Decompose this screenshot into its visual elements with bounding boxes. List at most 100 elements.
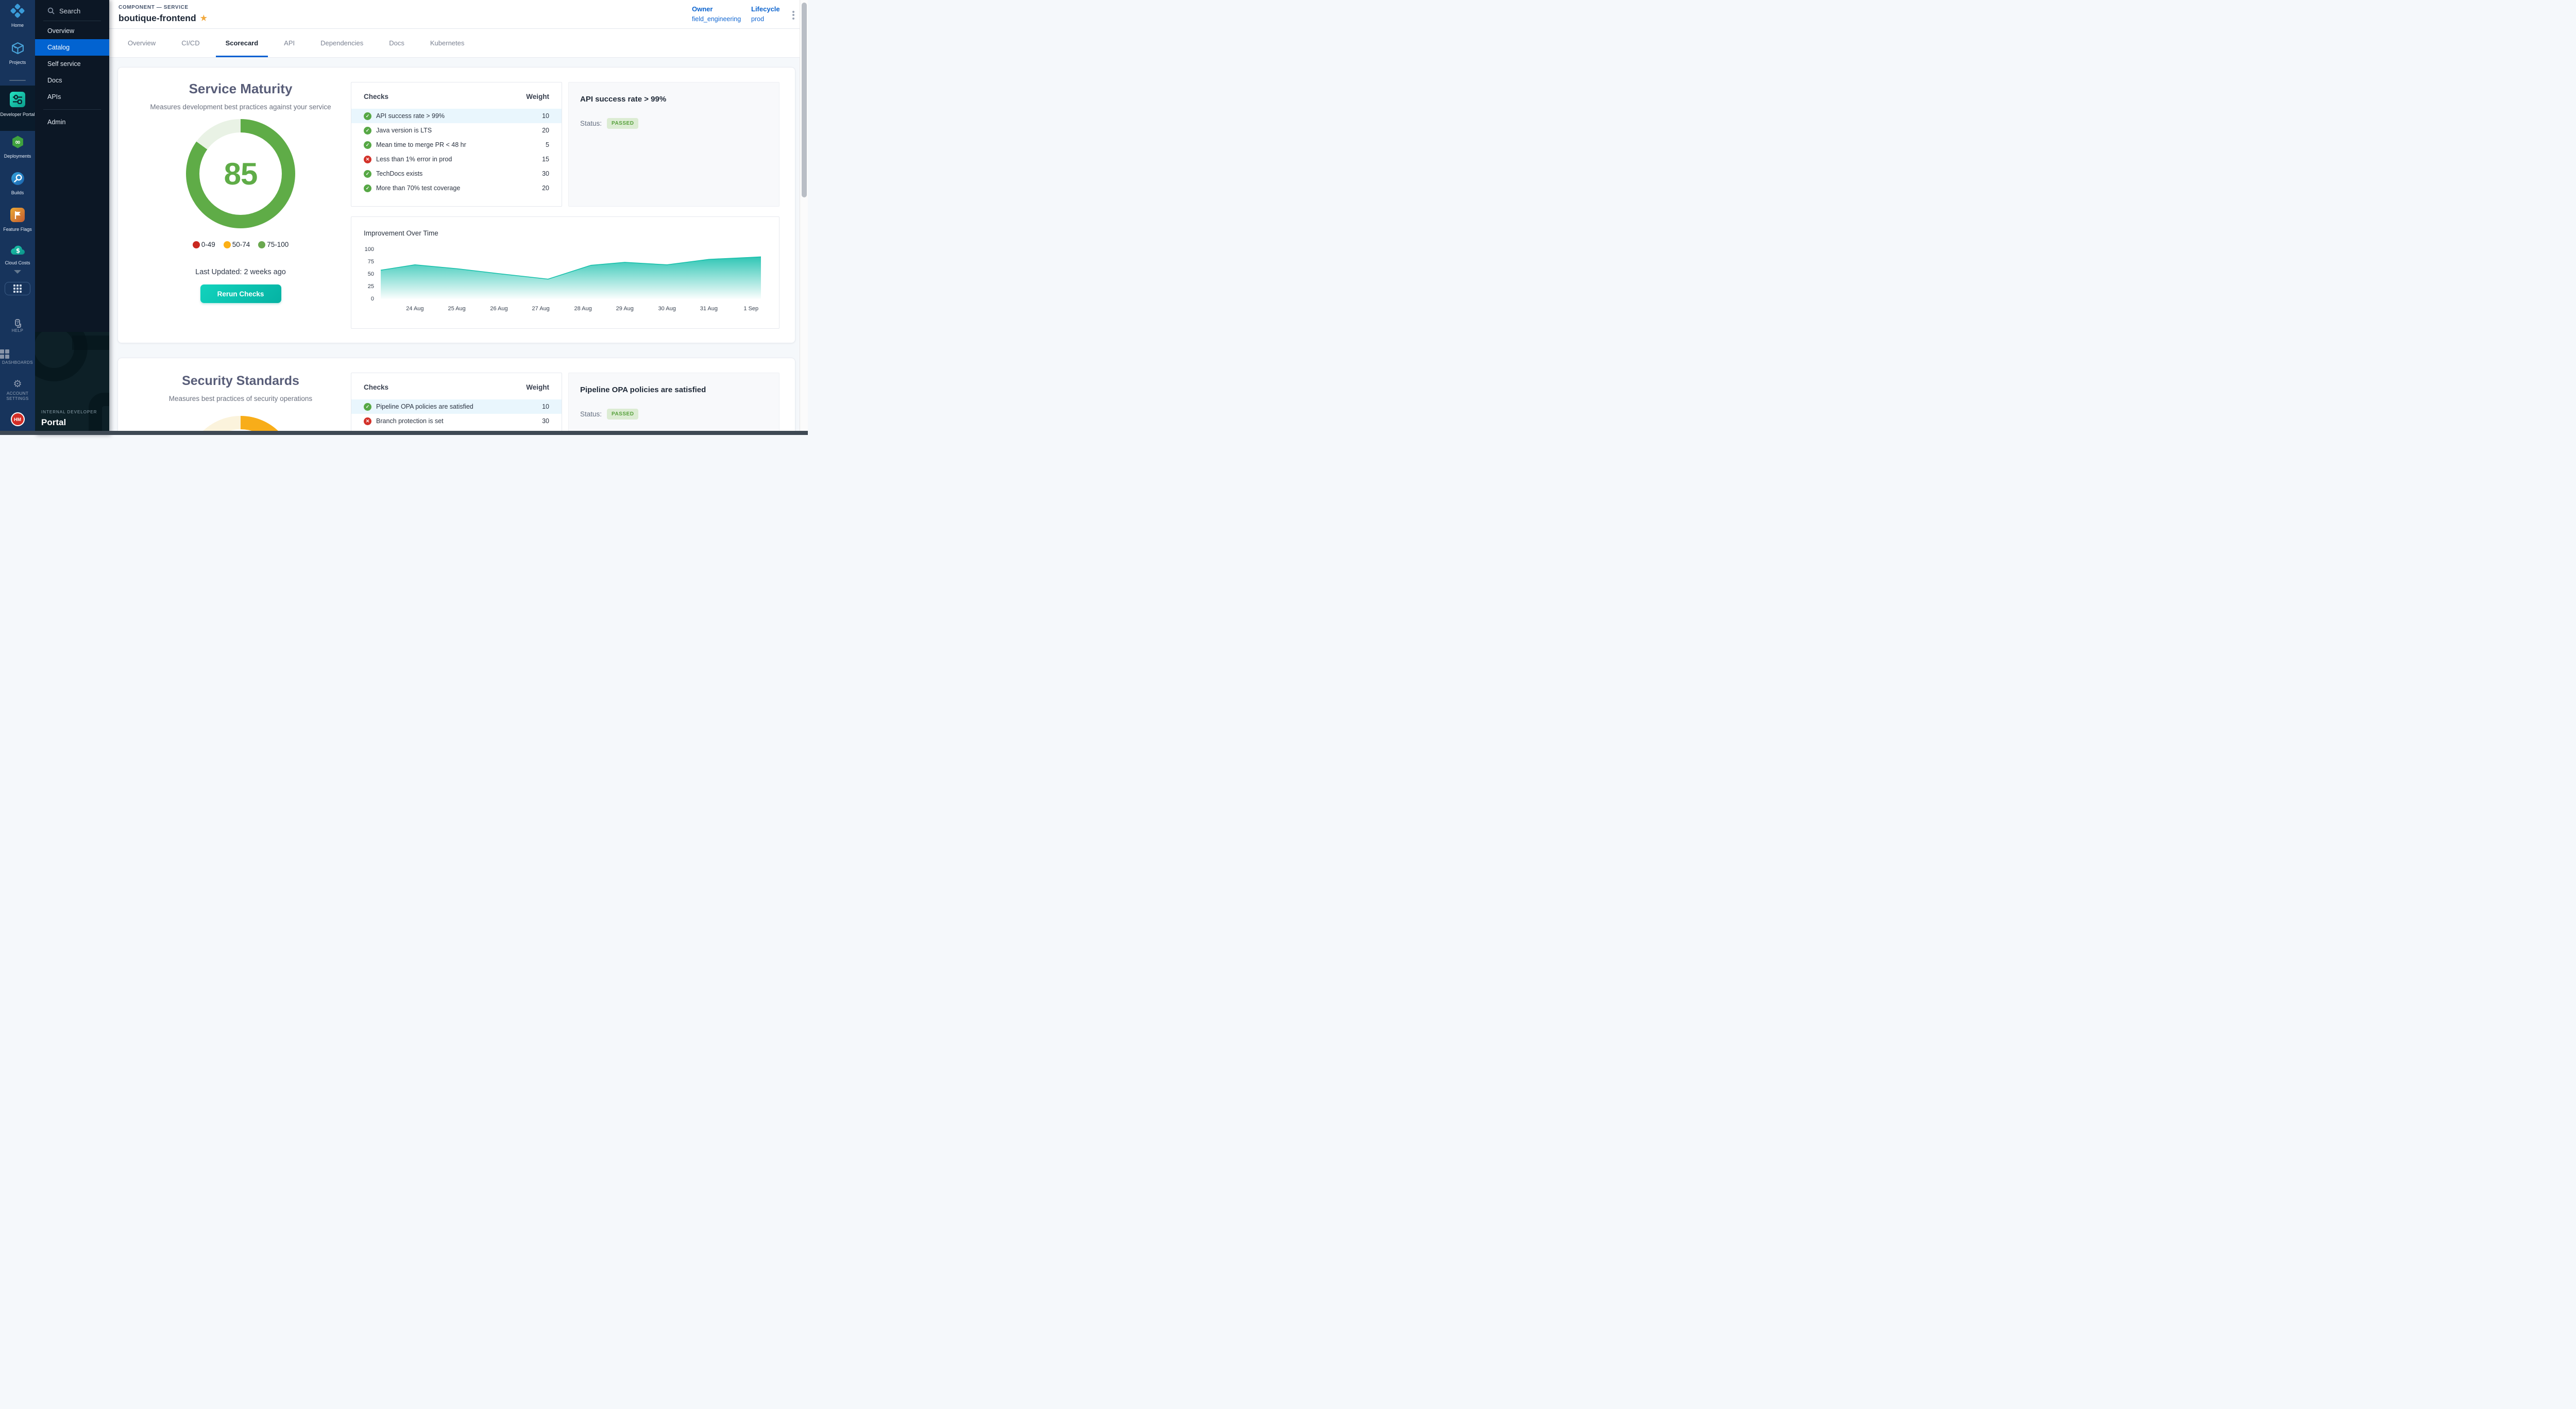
entity-header: COMPONENT — SERVICE boutique-frontend★ O… (109, 0, 800, 29)
checks-column-header: Checks (364, 383, 388, 391)
check-row[interactable]: ✓API success rate > 99%10 (351, 109, 562, 123)
status-badge: PASSED (607, 409, 638, 420)
check-detail-panel: API success rate > 99% Status: PASSED (568, 82, 779, 207)
check-weight: 30 (542, 170, 549, 177)
module-rail: Home Projects Developer Portal ∞ Deploym… (0, 0, 35, 435)
rail-label: Cloud Costs (0, 260, 35, 266)
check-weight: 10 (542, 403, 549, 410)
page-title: boutique-frontend★ (118, 13, 207, 24)
sidebar-item-catalog[interactable]: Catalog (35, 39, 109, 56)
harness-logo-icon (10, 4, 25, 18)
build-compass-icon (11, 172, 25, 186)
checks-table: Checks Weight ✓API success rate > 99%10✓… (351, 82, 562, 207)
rail-item-dashboards[interactable]: DASHBOARDS (0, 349, 35, 365)
score-legend: 0-4950-7475-100 (124, 241, 357, 248)
check-row[interactable]: ✓More than 70% test coverage20 (351, 181, 562, 195)
check-label: More than 70% test coverage (376, 184, 542, 192)
check-weight: 20 (542, 127, 549, 134)
sidebar-item-apis[interactable]: APIs (35, 89, 109, 105)
avatar: HM (11, 412, 25, 426)
cloud-dollar-icon: $ (10, 244, 26, 256)
svg-text:$: $ (15, 247, 20, 255)
owner-link[interactable]: field_engineering (692, 15, 741, 23)
tab-docs[interactable]: Docs (379, 29, 414, 57)
check-pass-icon: ✓ (364, 184, 371, 192)
check-label: Mean time to merge PR < 48 hr (376, 141, 546, 148)
user-avatar[interactable]: HM (0, 412, 35, 426)
y-axis-tick: 75 (357, 259, 374, 265)
rail-item-account-settings[interactable]: ⚙ ACCOUNT SETTINGS (0, 379, 35, 401)
score-gauge: 85 (186, 119, 295, 228)
favorite-star-icon[interactable]: ★ (200, 14, 207, 23)
rail-label: HELP (0, 328, 35, 333)
check-weight: 10 (542, 112, 549, 120)
check-row[interactable]: ✓Java version is LTS20 (351, 123, 562, 138)
grid-dots-icon (13, 284, 22, 293)
infinity-hexagon-icon: ∞ (11, 135, 25, 149)
brand-title: Portal (41, 417, 66, 428)
rail-item-projects[interactable]: Projects (0, 41, 35, 65)
module-picker-button[interactable] (0, 282, 35, 295)
sidebar-item-self-service[interactable]: Self service (35, 56, 109, 72)
last-updated: Last Updated: 2 weeks ago (124, 268, 357, 276)
check-pass-icon: ✓ (364, 170, 371, 178)
legend-dot-icon (224, 241, 231, 248)
y-axis-tick: 100 (357, 246, 374, 253)
tab-overview[interactable]: Overview (118, 29, 165, 57)
check-label: Branch protection is set (376, 417, 542, 425)
check-weight: 15 (542, 156, 549, 163)
rail-label: Deployments (0, 154, 35, 159)
check-pass-icon: ✓ (364, 403, 371, 411)
check-row[interactable]: ✓Pipeline OPA policies are satisfied10 (351, 399, 562, 414)
rail-item-builds[interactable]: Builds (0, 172, 35, 196)
check-row[interactable]: ✓ TechDocs exists30 (351, 166, 562, 181)
rail-item-feature-flags[interactable]: Feature Flags (0, 208, 35, 232)
tab-ci-cd[interactable]: CI/CD (172, 29, 209, 57)
weight-column-header: Weight (526, 383, 549, 391)
rail-item-home[interactable]: Home (0, 4, 35, 28)
y-axis-tick: 50 (357, 271, 374, 277)
x-axis-tick: 26 Aug (484, 306, 515, 312)
check-label: TechDocs exists (376, 170, 542, 177)
sidebar-item-admin[interactable]: Admin (35, 114, 109, 130)
rail-item-cloud-costs[interactable]: $ Cloud Costs (0, 244, 35, 266)
check-detail-title: API success rate > 99% (569, 82, 779, 104)
cube-icon (11, 41, 25, 55)
sidebar-item-overview[interactable]: Overview (35, 23, 109, 39)
rail-item-help[interactable]: ? HELP (0, 317, 35, 333)
divider (43, 109, 101, 110)
decorative-circuit (72, 336, 109, 350)
grid-2x2-icon (0, 349, 35, 359)
tab-scorecard[interactable]: Scorecard (216, 29, 268, 57)
x-axis-tick: 24 Aug (399, 306, 430, 312)
check-fail-icon: ✕ (364, 417, 371, 425)
scorecard-subtitle: Measures best practices of security oper… (124, 395, 357, 402)
tab-api[interactable]: API (274, 29, 304, 57)
score-value: 85 (186, 119, 295, 228)
x-axis-tick: 1 Sep (736, 306, 767, 312)
rail-label: Home (0, 23, 35, 28)
scorecard-title: Service Maturity (124, 81, 357, 97)
check-pass-icon: ✓ (364, 127, 371, 135)
scrollbar-thumb[interactable] (802, 3, 807, 197)
sidebar-item-docs[interactable]: Docs (35, 72, 109, 89)
kebab-menu-icon[interactable] (788, 9, 799, 21)
check-label: API success rate > 99% (376, 112, 542, 120)
tab-dependencies[interactable]: Dependencies (311, 29, 373, 57)
check-row[interactable]: ✕Branch protection is set30 (351, 414, 562, 428)
rerun-checks-button[interactable]: Rerun Checks (200, 284, 281, 303)
status-label: Status: (580, 410, 602, 418)
rail-item-developer-portal[interactable]: Developer Portal (0, 86, 35, 131)
check-row[interactable]: ✕Less than 1% error in prod15 (351, 152, 562, 166)
search-label: Search (59, 7, 80, 15)
rail-item-deployments[interactable]: ∞ Deployments (0, 135, 35, 159)
portal-sidebar: Search OverviewCatalogSelf serviceDocsAP… (35, 0, 109, 435)
tab-kubernetes[interactable]: Kubernetes (420, 29, 474, 57)
check-row[interactable]: ✓Mean time to merge PR < 48 hr5 (351, 138, 562, 152)
status-label: Status: (580, 120, 602, 127)
entity-tabs: OverviewCI/CDScorecardAPIDependenciesDoc… (109, 29, 800, 58)
checks-table: Checks Weight ✓Pipeline OPA policies are… (351, 373, 562, 435)
sidebar-search[interactable]: Search (35, 4, 109, 18)
rail-label: DASHBOARDS (0, 360, 35, 365)
scrollbar[interactable] (800, 0, 808, 435)
